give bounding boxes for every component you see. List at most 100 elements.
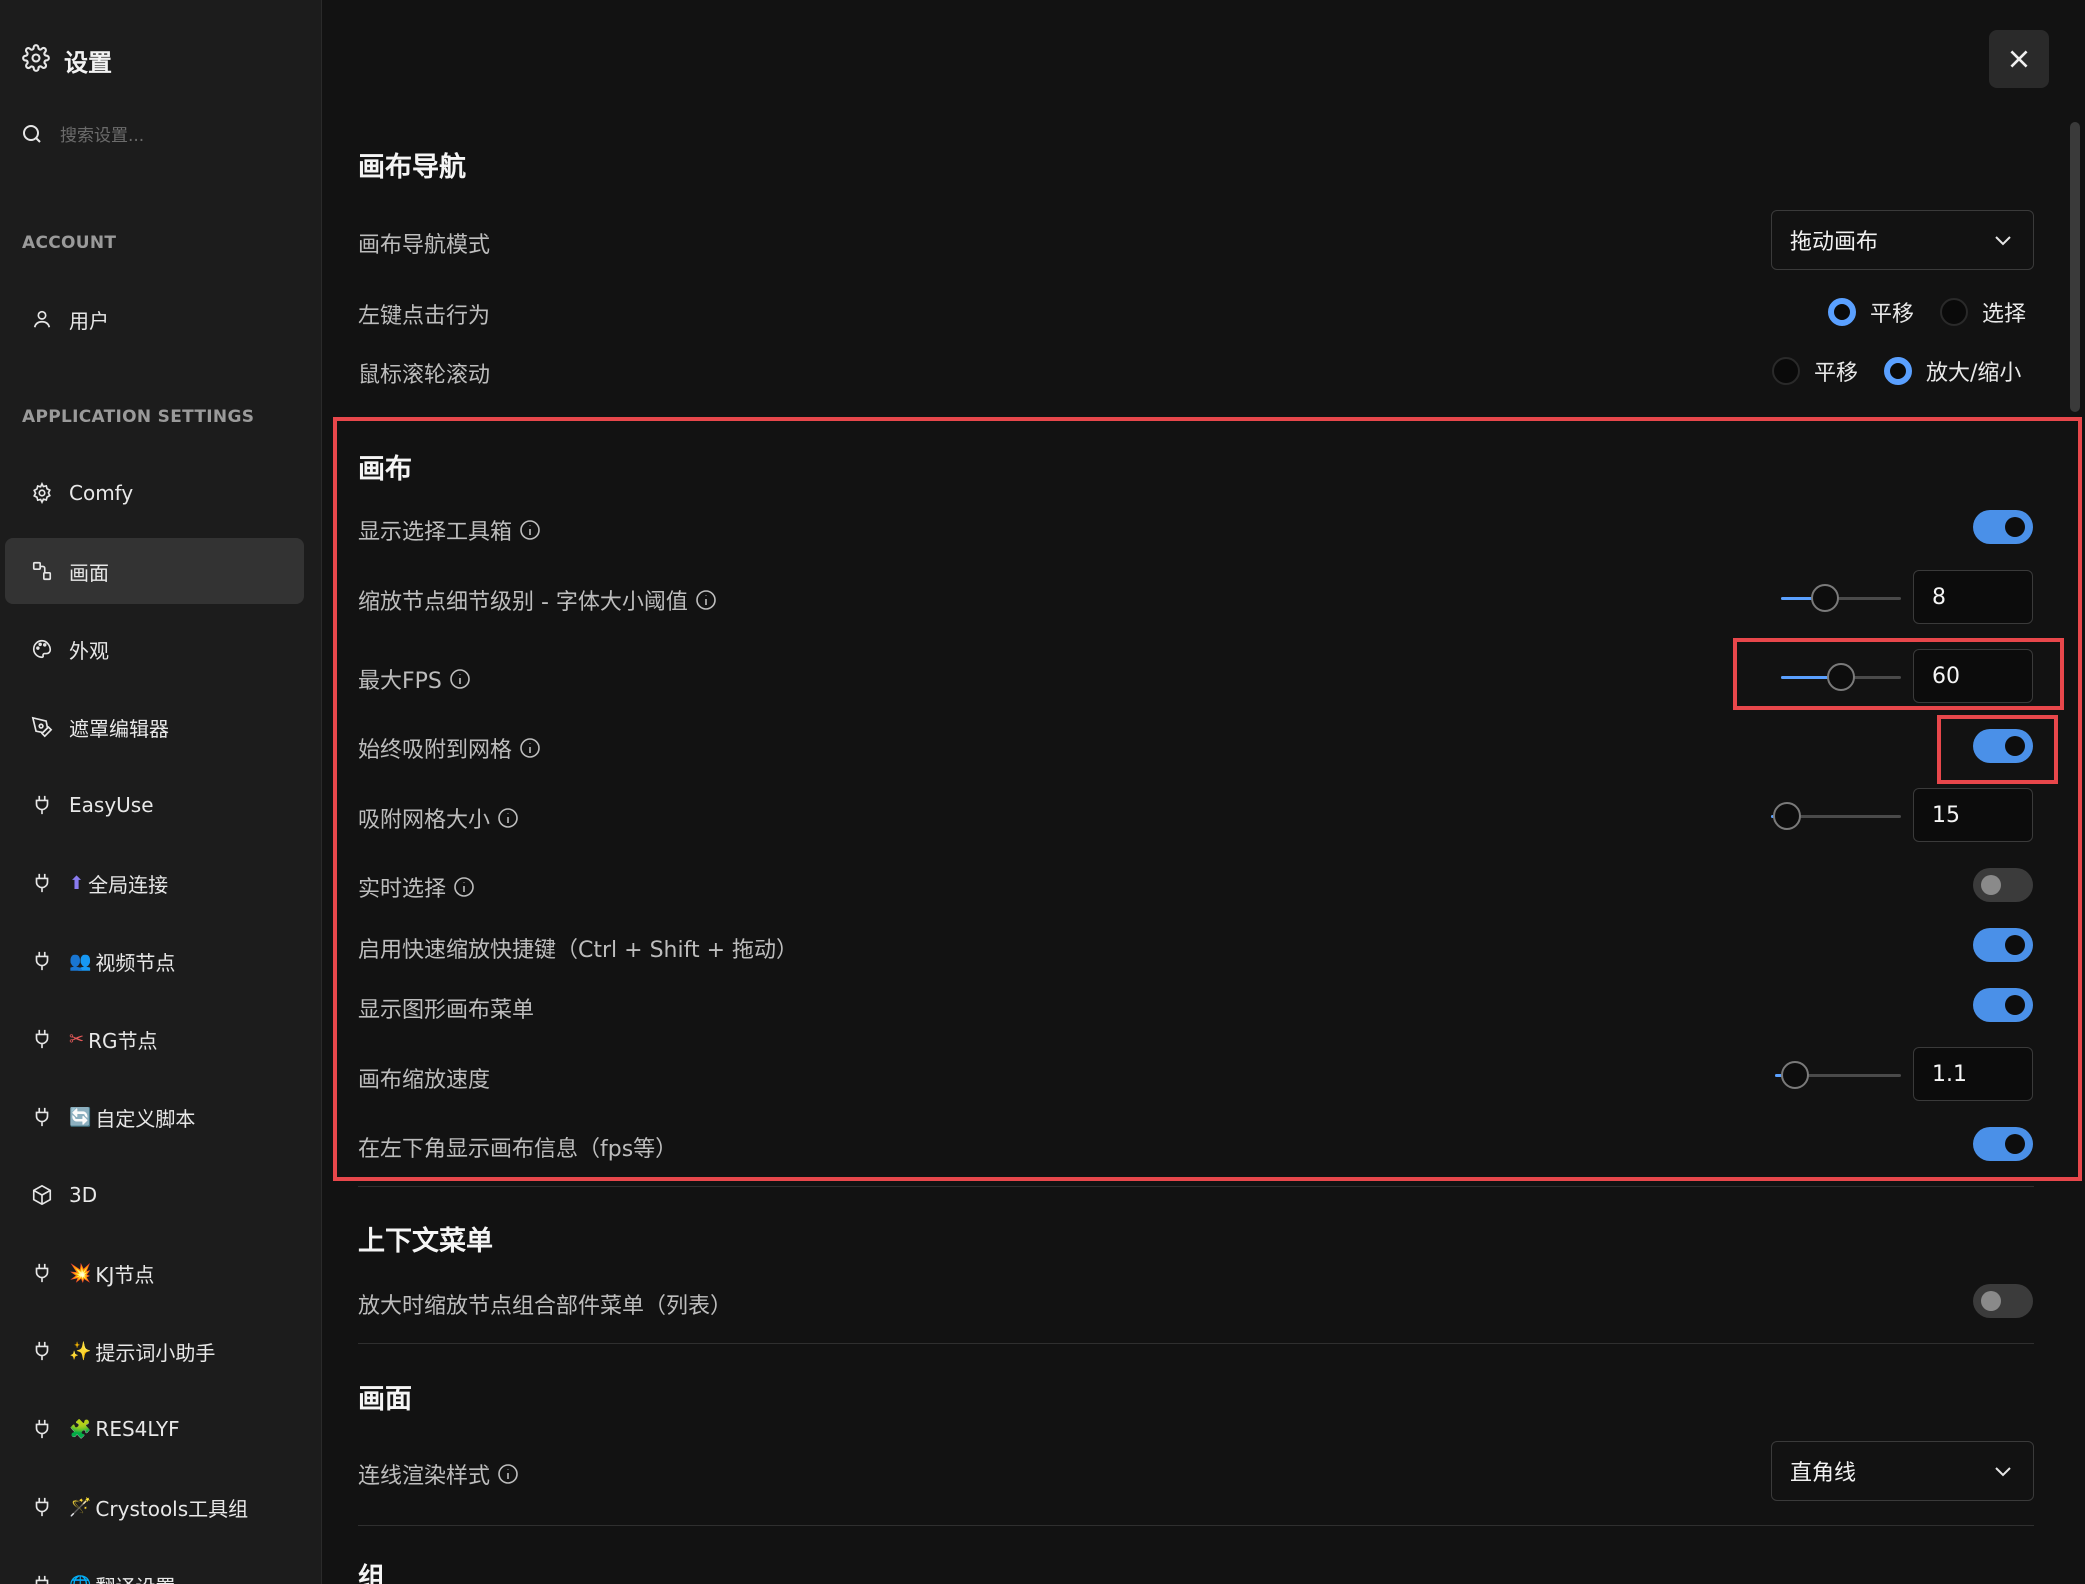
sidebar-item-label: 遮罩编辑器 [69, 716, 169, 741]
section-account: ACCOUNT [22, 233, 117, 253]
sidebar-item-kj-nodes[interactable]: 💥 KJ节点 [5, 1240, 304, 1306]
sidebar-item-mask-editor[interactable]: 遮罩编辑器 [5, 694, 304, 760]
chevron-down-icon [1995, 1467, 2011, 1477]
snap-size-input[interactable] [1913, 788, 2033, 842]
setting-label-link-style: 连线渲染样式 [358, 1458, 520, 1490]
sidebar-item-video-nodes[interactable]: 👥 视频节点 [5, 928, 304, 994]
sidebar-item-rg-nodes[interactable]: ✂ RG节点 [5, 1006, 304, 1072]
section-divider [358, 1343, 2034, 1344]
sidebar-item-appearance[interactable]: 外观 [5, 616, 304, 682]
sidebar-item-translation[interactable]: 🌐 翻译设置 [5, 1552, 304, 1584]
setting-label-lod-threshold: 缩放节点细节级别 - 字体大小阈值 [358, 584, 718, 616]
plug-icon [29, 1260, 55, 1286]
radio-label: 选择 [1982, 302, 2027, 327]
radio-wheel-zoom[interactable] [1884, 357, 1913, 385]
plug-icon [29, 792, 55, 818]
sidebar-item-label: 视频节点 [95, 950, 176, 975]
info-icon[interactable] [518, 518, 542, 542]
gear-icon [29, 480, 55, 506]
info-icon[interactable] [518, 736, 542, 760]
scrollbar-thumb[interactable] [2070, 122, 2080, 412]
max-fps-slider[interactable] [1781, 662, 1901, 692]
sidebar-item-custom-scripts[interactable]: 🔄 自定义脚本 [5, 1084, 304, 1150]
people-icon: 👥 [69, 950, 92, 972]
plug-icon [29, 1026, 55, 1052]
sidebar-item-3d[interactable]: 3D [5, 1162, 304, 1228]
setting-label-nav-mode: 画布导航模式 [358, 233, 491, 258]
sidebar-item-user[interactable]: 用户 [5, 286, 304, 352]
toggle-live-select[interactable] [1973, 868, 2033, 902]
zoom-speed-slider[interactable] [1775, 1060, 1901, 1090]
toggle-show-toolbox[interactable] [1973, 510, 2033, 544]
plug-icon [29, 1338, 55, 1364]
close-button[interactable] [1989, 30, 2049, 88]
left-click-radio-group: 平移 选择 [1828, 296, 2026, 328]
cube-icon [29, 1182, 55, 1208]
wheel-radio-group: 平移 放大/缩小 [1772, 355, 2021, 387]
scissors-icon: ✂ [69, 1028, 85, 1050]
sidebar-item-prompt-helper[interactable]: ✨ 提示词小助手 [5, 1318, 304, 1384]
radio-label: 放大/缩小 [1926, 361, 2022, 386]
puzzle-icon: 🧩 [69, 1418, 92, 1440]
settings-search[interactable] [20, 118, 300, 154]
setting-label-show-toolbox: 显示选择工具箱 [358, 514, 542, 546]
snap-size-slider[interactable] [1771, 801, 1901, 831]
sidebar-item-canvas[interactable]: 画面 [5, 538, 304, 604]
lod-threshold-input[interactable] [1913, 570, 2033, 624]
toggle-graph-menu[interactable] [1973, 988, 2033, 1022]
sidebar-title: 设置 [64, 48, 112, 77]
max-fps-input[interactable] [1913, 649, 2033, 703]
plug-icon [29, 1416, 55, 1442]
setting-label-snap-size: 吸附网格大小 [358, 802, 520, 834]
explosion-icon: 💥 [69, 1262, 92, 1284]
toggle-fast-zoom[interactable] [1973, 928, 2033, 962]
setting-label-live-select: 实时选择 [358, 871, 476, 903]
sidebar-item-global-link[interactable]: ⬆ 全局连接 [5, 850, 304, 916]
search-input[interactable] [60, 126, 280, 146]
sidebar-header: 设置 [22, 40, 112, 80]
sidebar-item-label: RG节点 [88, 1028, 158, 1053]
nav-mode-select[interactable]: 拖动画布 [1771, 210, 2034, 270]
link-style-value: 直角线 [1790, 1461, 1857, 1486]
settings-sidebar: 设置 ACCOUNT 用户 APPLICATION SETTINGS Comfy… [0, 0, 322, 1584]
pen-icon [29, 714, 55, 740]
section-divider [358, 1525, 2034, 1526]
sidebar-item-comfy[interactable]: Comfy [5, 460, 304, 526]
setting-label-left-click: 左键点击行为 [358, 304, 491, 329]
radio-wheel-pan[interactable] [1772, 357, 1800, 385]
toggle-show-info[interactable] [1973, 1127, 2033, 1161]
radio-left-click-pan[interactable] [1828, 298, 1856, 326]
sidebar-item-label: Crystools工具组 [95, 1496, 249, 1521]
setting-label-graph-menu: 显示图形画布菜单 [358, 998, 535, 1023]
toggle-snap-grid[interactable] [1973, 729, 2033, 763]
info-icon[interactable] [452, 875, 476, 899]
section-title-canvas: 画布 [358, 454, 412, 485]
setting-label-max-fps: 最大FPS [358, 663, 472, 695]
link-style-select[interactable]: 直角线 [1771, 1441, 2034, 1501]
info-icon[interactable] [496, 1462, 520, 1486]
sidebar-item-easyuse[interactable]: EasyUse [5, 772, 304, 838]
globe-icon: 🌐 [69, 1575, 91, 1584]
palette-icon [29, 636, 55, 662]
setting-label-show-info: 在左下角显示画布信息（fps等） [358, 1137, 678, 1162]
info-icon[interactable] [448, 667, 472, 691]
section-title-context-menu: 上下文菜单 [358, 1226, 493, 1257]
radio-left-click-select[interactable] [1940, 298, 1969, 326]
sidebar-item-label: 用户 [69, 308, 109, 333]
setting-label-widget-menu: 放大时缩放节点组合部件菜单（列表） [358, 1294, 733, 1319]
toggle-widget-menu[interactable] [1973, 1284, 2033, 1318]
search-icon [20, 122, 44, 150]
lod-threshold-slider[interactable] [1781, 583, 1901, 613]
cycle-icon: 🔄 [69, 1106, 92, 1128]
plug-icon [29, 1104, 55, 1130]
sidebar-item-res4lyf[interactable]: 🧩 RES4LYF [5, 1396, 304, 1462]
sidebar-item-crystools[interactable]: 🪄 Crystools工具组 [5, 1474, 304, 1540]
setting-label-snap-grid: 始终吸附到网格 [358, 732, 542, 764]
info-icon[interactable] [694, 588, 718, 612]
sidebar-item-label: 3D [69, 1183, 98, 1207]
plug-icon [29, 1494, 55, 1520]
zoom-speed-input[interactable] [1913, 1047, 2033, 1101]
setting-label-fast-zoom: 启用快速缩放快捷键（Ctrl + Shift + 拖动） [358, 938, 798, 963]
section-divider [358, 1186, 2034, 1187]
info-icon[interactable] [496, 806, 520, 830]
